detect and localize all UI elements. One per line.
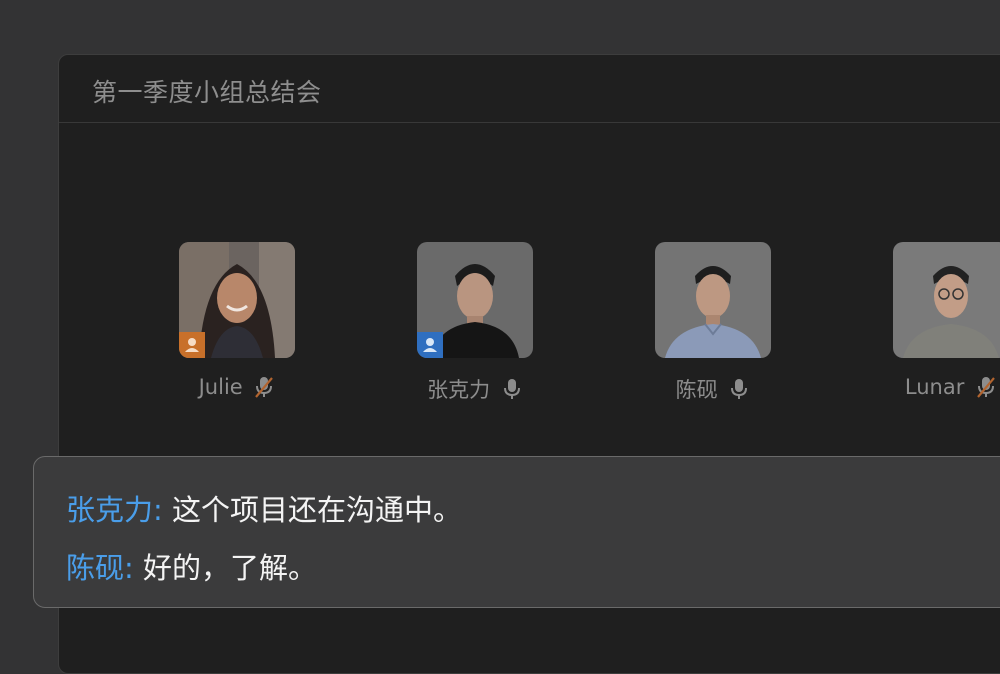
host-badge-icon xyxy=(179,332,205,358)
avatar xyxy=(417,242,533,358)
live-caption-panel: 张克力: 这个项目还在沟通中。 陈砚: 好的，了解。 xyxy=(33,456,1000,608)
caption-line: 陈砚: 好的，了解。 xyxy=(66,545,317,587)
avatar xyxy=(655,242,771,358)
mic-icon[interactable] xyxy=(728,377,750,401)
meeting-title: 第一季度小组总结会 xyxy=(92,78,322,107)
participant-name-row: Julie xyxy=(137,374,337,399)
cohost-badge-icon xyxy=(417,332,443,358)
participant-name: 陈砚 xyxy=(675,378,718,402)
mic-muted-icon[interactable] xyxy=(253,375,275,399)
participant-name-row: 张克力 xyxy=(375,374,575,404)
mic-muted-icon[interactable] xyxy=(975,375,997,399)
participant-name-row: 陈砚 xyxy=(613,374,813,404)
participant-name: Lunar xyxy=(904,375,965,399)
caption-speaker: 陈砚: xyxy=(66,551,134,585)
mic-icon[interactable] xyxy=(501,377,523,401)
caption-speaker: 张克力: xyxy=(66,493,163,527)
title-bar: 第一季度小组总结会 xyxy=(59,55,1000,123)
avatar xyxy=(179,242,295,358)
caption-line: 张克力: 这个项目还在沟通中。 xyxy=(66,487,462,529)
participant-name: Julie xyxy=(198,375,243,399)
participant-name: 张克力 xyxy=(427,378,491,402)
avatar xyxy=(893,242,1000,358)
caption-text: 好的，了解。 xyxy=(143,551,318,585)
participant-name-row: Lunar xyxy=(851,374,1000,399)
caption-text: 这个项目还在沟通中。 xyxy=(172,493,463,527)
